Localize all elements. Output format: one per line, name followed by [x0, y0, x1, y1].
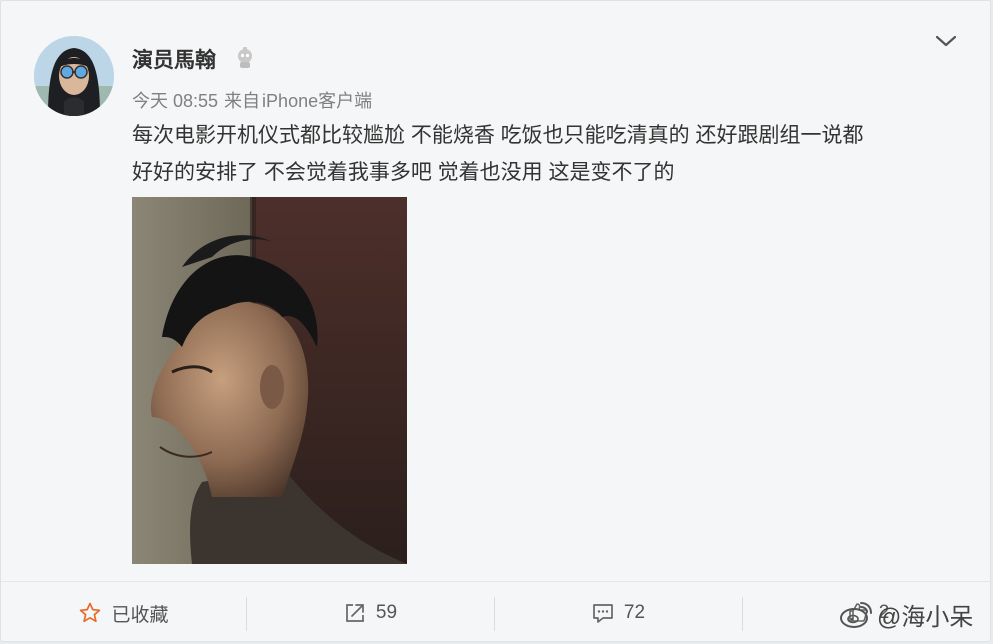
username[interactable]: 演员馬翰	[132, 44, 216, 74]
post-photo[interactable]	[132, 197, 407, 564]
comment-button[interactable]: 72	[495, 582, 741, 644]
watermark-text: @海小呆	[877, 603, 974, 631]
post-text-line: 每次电影开机仪式都比较尴尬 不能烧香 吃饭也只能吃清真的 还好跟剧组一说都	[132, 124, 864, 147]
source-prefix: 来自	[224, 91, 261, 111]
post-source: iPhone客户端	[262, 91, 373, 111]
post-text-line: 好好的安排了 不会觉着我事多吧 觉着也没用 这是变不了的	[132, 161, 675, 184]
verified-badge-icon	[233, 46, 257, 70]
chevron-down-icon[interactable]	[934, 32, 958, 50]
weibo-post-card: 演员馬翰 今天 08:55 来自 iPhone客户端 每次电影开机仪式都比较尴尬 不…	[0, 0, 992, 644]
share-button[interactable]: 59	[247, 582, 493, 644]
comment-icon	[593, 604, 613, 623]
weibo-logo-icon	[840, 602, 872, 628]
favorite-label: 已收藏	[111, 604, 169, 626]
post-meta: 今天 08:55 来自 iPhone客户端	[132, 87, 378, 113]
post-text: 每次电影开机仪式都比较尴尬 不能烧香 吃饭也只能吃清真的 还好跟剧组一说都 好好…	[132, 117, 962, 191]
post-time[interactable]: 今天 08:55	[132, 91, 218, 111]
star-outline-icon	[80, 602, 101, 623]
share-count: 59	[375, 602, 398, 623]
comment-count: 72	[623, 602, 646, 623]
weibo-watermark: @海小呆	[839, 595, 973, 633]
share-icon	[346, 604, 364, 622]
favorite-button[interactable]: 已收藏	[1, 582, 246, 644]
user-avatar[interactable]	[34, 36, 114, 116]
